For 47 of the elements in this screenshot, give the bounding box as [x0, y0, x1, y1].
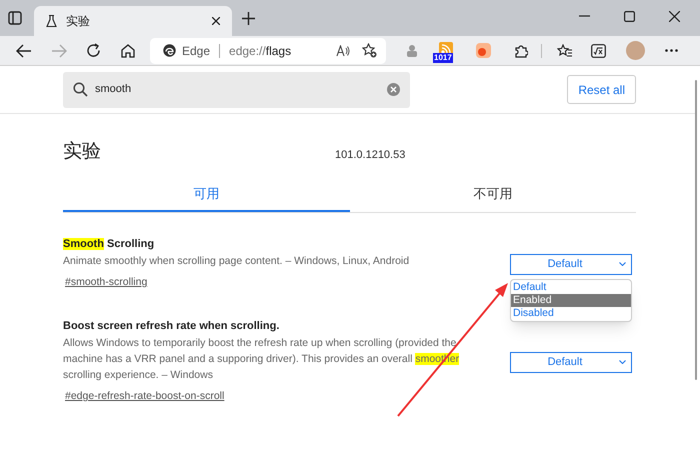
search-field[interactable]: smooth [63, 72, 410, 108]
search-icon [73, 82, 88, 97]
version-number: 101.0.1210.53 [335, 148, 406, 163]
minimize-icon[interactable] [579, 15, 590, 17]
experiment-link[interactable]: #edge-refresh-rate-boost-on-scroll [65, 390, 224, 402]
experiment-description: Animate smoothly when scrolling page content. – Windows, Linux, Android [63, 254, 410, 269]
home-icon[interactable] [121, 44, 135, 58]
dropdown[interactable]: Default [510, 254, 632, 274]
search-input[interactable]: smooth [95, 81, 387, 98]
back-icon[interactable] [16, 44, 32, 58]
extensions-icon[interactable] [514, 44, 528, 58]
rss-icon[interactable] [439, 42, 453, 56]
dropdown-option[interactable]: Enabled [511, 294, 631, 306]
address-bar[interactable]: Edge edge://flags [150, 38, 386, 64]
more-icon[interactable] [665, 49, 678, 52]
tab-actions-icon[interactable] [8, 11, 22, 25]
experiment-title: Boost screen refresh rate when scrolling. [63, 319, 280, 334]
dropdown-option[interactable]: Default [511, 280, 631, 294]
browser-tab[interactable]: 实验 [34, 6, 232, 36]
close-icon[interactable] [669, 11, 680, 22]
chevron-icon [619, 262, 626, 266]
dropdown[interactable]: Default [510, 352, 632, 372]
math-solver-icon[interactable] [591, 44, 606, 58]
scrollbar-thumb[interactable] [695, 80, 697, 380]
reset-all-button[interactable]: Reset all [567, 75, 636, 104]
new-tab-icon[interactable] [242, 12, 255, 25]
add-favorite-icon[interactable] [362, 43, 377, 58]
experiment-title: Smooth Scrolling [63, 237, 156, 252]
notification-badge: 1017 [433, 52, 453, 62]
close-tab-icon[interactable] [212, 17, 220, 25]
dropdown-option[interactable]: Disabled [511, 306, 631, 320]
clear-icon[interactable] [387, 83, 400, 96]
flask-icon [46, 15, 57, 27]
record-icon[interactable] [476, 43, 491, 58]
tab-title: 实验 [66, 13, 91, 30]
experiment-link[interactable]: #smooth-scrolling [65, 276, 148, 288]
site-label: Edge [182, 42, 210, 60]
refresh-icon[interactable] [86, 43, 101, 58]
maximize-icon[interactable] [624, 11, 635, 22]
content-tab[interactable]: 可用 [63, 178, 350, 212]
chevron-icon [619, 360, 626, 364]
read-aloud-icon[interactable] [336, 44, 350, 56]
content-tab[interactable]: 不可用 [350, 178, 636, 212]
page-heading: 实验 [63, 140, 102, 164]
browser-logo-icon [163, 44, 176, 57]
favorites-icon[interactable] [557, 44, 573, 58]
url-text: edge://flags [229, 42, 292, 60]
